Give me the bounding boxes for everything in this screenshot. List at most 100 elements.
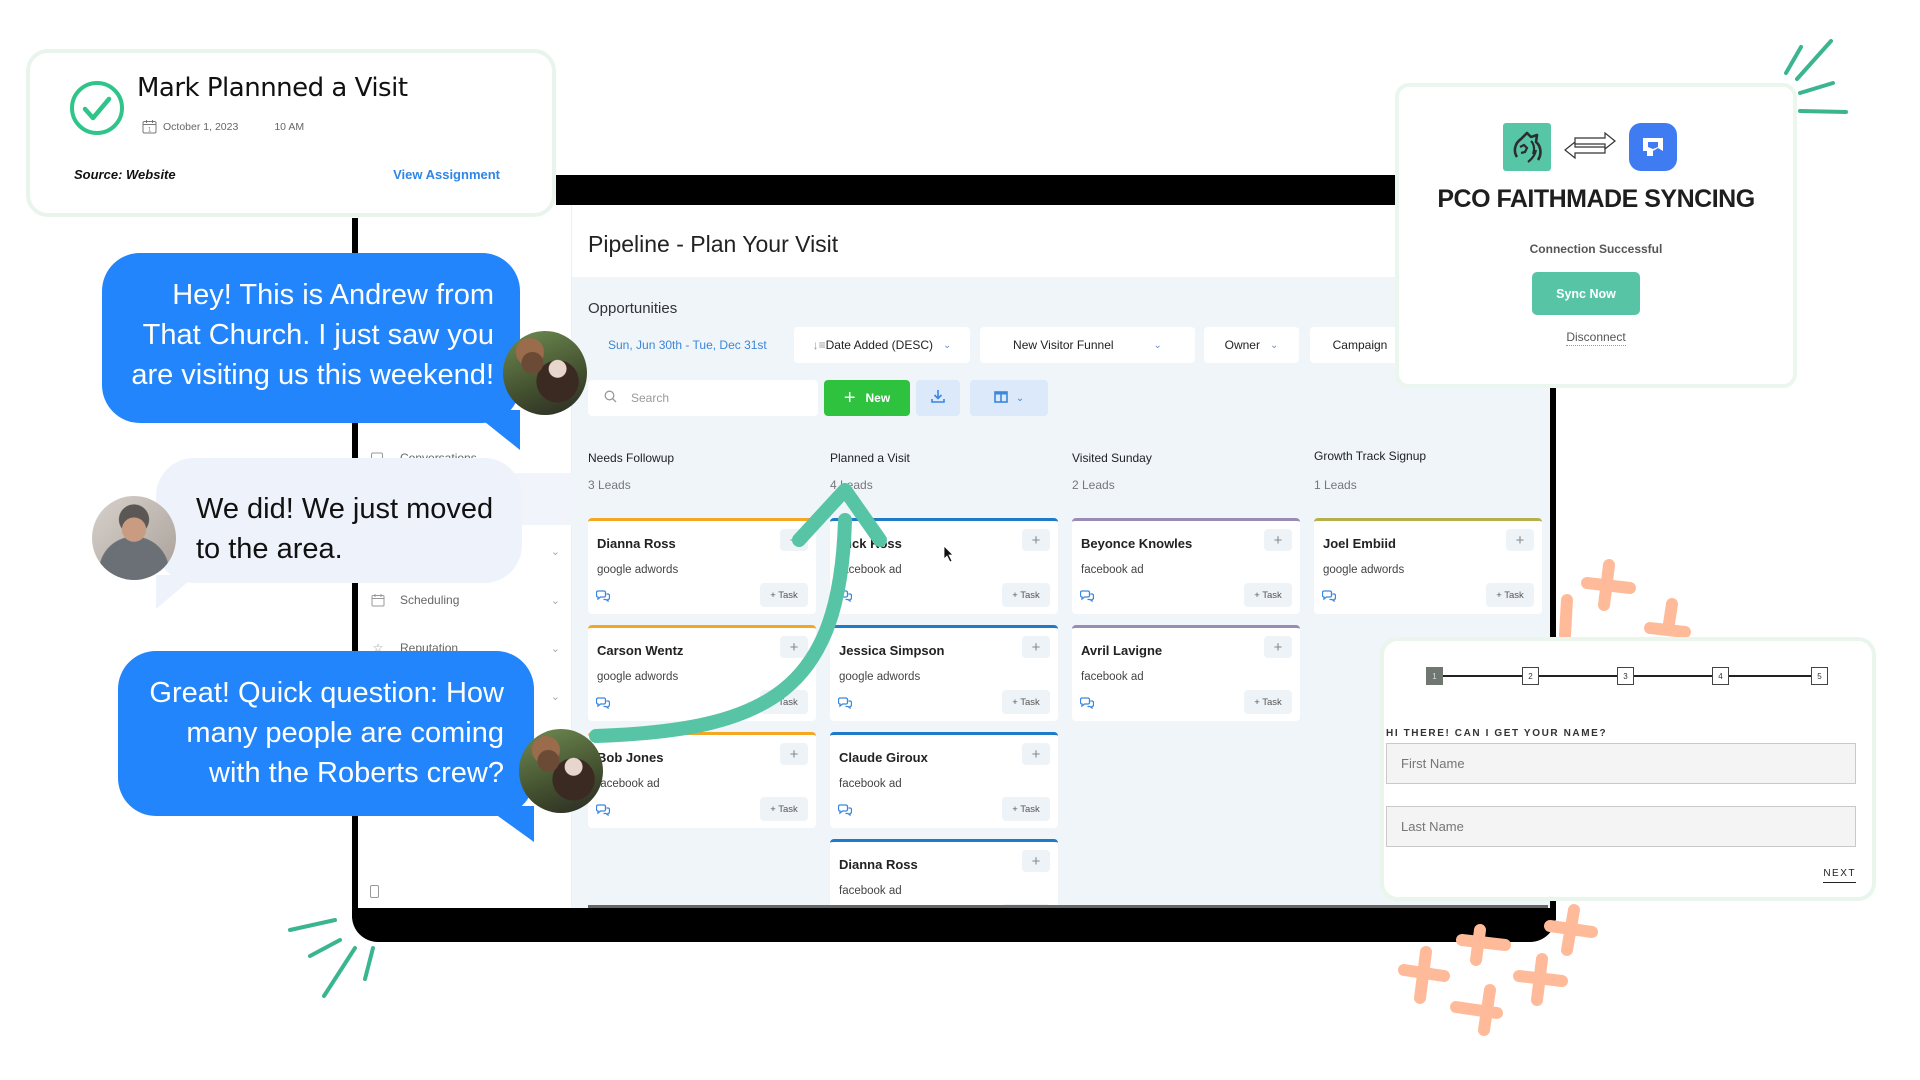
add-button[interactable]: + bbox=[1264, 529, 1292, 551]
lead-name: Joel Embiid bbox=[1323, 536, 1396, 551]
notification-time: 10 AM bbox=[274, 120, 305, 133]
download-icon bbox=[930, 388, 946, 409]
download-button[interactable] bbox=[916, 380, 960, 416]
notification-date: October 1, 2023 bbox=[163, 120, 239, 133]
lead-source: facebook ad bbox=[839, 564, 902, 576]
lead-source: facebook ad bbox=[839, 778, 902, 790]
plus-pattern-right bbox=[1559, 559, 1691, 641]
add-button[interactable]: + bbox=[1022, 850, 1050, 872]
message-text: Great! Quick question: How many people a… bbox=[149, 677, 504, 789]
add-button[interactable]: + bbox=[780, 529, 808, 551]
notification-title: Mark Plannned a Visit bbox=[137, 73, 408, 103]
bubble-tail bbox=[470, 410, 520, 450]
chevron-down-icon: ⌄ bbox=[1015, 392, 1025, 404]
lead-card[interactable]: Dianna Ross+facebook ad+ Task bbox=[830, 839, 1058, 908]
connection-status: Connection Successful bbox=[1529, 242, 1663, 256]
chat-bubble-incoming: We did! We just moved to the area. bbox=[156, 458, 522, 583]
step-4[interactable]: 4 bbox=[1712, 667, 1729, 685]
message-text: Hey! This is Andrew from That Church. I … bbox=[131, 279, 494, 391]
lead-name: Carson Wentz bbox=[597, 643, 684, 658]
plus-icon: + bbox=[843, 386, 856, 409]
lead-source: facebook ad bbox=[597, 778, 660, 790]
avatar-visitor bbox=[92, 496, 176, 580]
disconnect-link-wrap: Disconnect bbox=[1399, 330, 1793, 346]
view-toggle-button[interactable]: ⌄ bbox=[970, 380, 1048, 416]
lead-card[interactable]: Bob Jones + facebook ad + Task bbox=[588, 732, 816, 828]
date-range-filter[interactable]: Sun, Jun 30th - Tue, Dec 31st bbox=[608, 338, 767, 352]
new-opportunity-button[interactable]: + New bbox=[824, 380, 910, 416]
chevron-down-icon: ⌄ bbox=[550, 690, 560, 703]
add-task-button[interactable]: + Task bbox=[1002, 583, 1050, 607]
sort-icon: ↓≡ bbox=[812, 338, 826, 352]
lead-card[interactable]: Jessica Simpson + google adwords + Task bbox=[830, 625, 1058, 721]
lead-source: facebook ad bbox=[1081, 564, 1144, 576]
add-task-button[interactable]: + Task bbox=[760, 583, 808, 607]
lead-card[interactable]: Beyonce Knowles + facebook ad + Task bbox=[1072, 518, 1300, 614]
conversation-icon[interactable] bbox=[595, 589, 611, 607]
sync-now-button[interactable]: Sync Now bbox=[1532, 272, 1640, 315]
add-button[interactable]: + bbox=[1264, 636, 1292, 658]
campaign-label: Campaign bbox=[1332, 338, 1388, 352]
step-2[interactable]: 2 bbox=[1522, 667, 1539, 685]
add-task-button[interactable]: + Task bbox=[1002, 797, 1050, 821]
lead-card[interactable]: Dianna Ross + google adwords + Task bbox=[588, 518, 816, 614]
conversation-icon[interactable] bbox=[1321, 589, 1337, 607]
sort-dropdown[interactable]: ↓≡Date Added (DESC) ⌄ bbox=[794, 327, 970, 363]
conversation-icon[interactable] bbox=[837, 589, 853, 607]
faithmade-lion-logo bbox=[1503, 123, 1551, 171]
next-button[interactable]: NEXT bbox=[1823, 868, 1856, 883]
mouse-cursor-icon bbox=[943, 545, 954, 563]
add-task-button[interactable]: + Task bbox=[760, 797, 808, 821]
owner-dropdown[interactable]: Owner ⌄ bbox=[1204, 327, 1299, 363]
chevron-down-icon: ⌄ bbox=[1153, 339, 1162, 351]
step-3[interactable]: 3 bbox=[1617, 667, 1634, 685]
conversation-icon[interactable] bbox=[837, 803, 853, 821]
add-task-button[interactable]: + Task bbox=[1002, 690, 1050, 714]
avatar-church-staff bbox=[503, 331, 587, 415]
conversation-icon[interactable] bbox=[595, 696, 611, 714]
column-lead-count: 4 Leads bbox=[830, 478, 873, 492]
view-assignment-link[interactable]: View Assignment bbox=[393, 167, 500, 182]
add-button[interactable]: + bbox=[1506, 529, 1534, 551]
add-button[interactable]: + bbox=[780, 743, 808, 765]
lead-card[interactable]: Claude Giroux + facebook ad + Task bbox=[830, 732, 1058, 828]
last-name-input[interactable] bbox=[1386, 806, 1856, 847]
add-button[interactable]: + bbox=[780, 636, 808, 658]
lead-name: Avril Lavigne bbox=[1081, 643, 1163, 658]
form-stepper: 1 2 3 4 5 bbox=[1426, 667, 1834, 685]
conversation-icon[interactable] bbox=[1079, 696, 1095, 714]
chevron-down-icon: ⌄ bbox=[550, 545, 560, 558]
add-task-button[interactable]: + Task bbox=[1244, 690, 1292, 714]
disconnect-link[interactable]: Disconnect bbox=[1566, 330, 1626, 346]
add-button[interactable]: + bbox=[1022, 529, 1050, 551]
add-button[interactable]: + bbox=[1022, 743, 1050, 765]
add-task-button[interactable]: + Task bbox=[1486, 583, 1534, 607]
first-name-input[interactable] bbox=[1386, 743, 1856, 784]
lead-name: Dianna Ross bbox=[597, 536, 676, 551]
laptop-bezel-bottom bbox=[352, 908, 1556, 942]
lead-source: google adwords bbox=[839, 671, 921, 683]
column-title: Visited Sunday bbox=[1072, 451, 1152, 465]
add-task-button[interactable]: + Task bbox=[760, 690, 808, 714]
search-icon bbox=[604, 390, 617, 406]
conversation-icon[interactable] bbox=[837, 696, 853, 714]
lead-source: facebook ad bbox=[1081, 671, 1144, 683]
sidebar-item-scheduling[interactable]: Scheduling ⌄ bbox=[370, 589, 560, 611]
conversation-icon[interactable] bbox=[1079, 589, 1095, 607]
pipeline-dropdown[interactable]: New Visitor Funnel ⌄ bbox=[980, 327, 1195, 363]
lead-card[interactable]: Rick Ross + facebook ad + Task bbox=[830, 518, 1058, 614]
lead-card[interactable]: Carson Wentz + google adwords + Task bbox=[588, 625, 816, 721]
add-task-button[interactable]: + Task bbox=[1244, 583, 1292, 607]
mobile-device-icon[interactable] bbox=[370, 885, 379, 898]
step-1[interactable]: 1 bbox=[1426, 667, 1443, 685]
chevron-down-icon: ⌄ bbox=[943, 339, 952, 351]
chat-bubble-outgoing: Hey! This is Andrew from That Church. I … bbox=[102, 253, 520, 423]
lead-name: Beyonce Knowles bbox=[1081, 536, 1193, 551]
lead-card[interactable]: Avril Lavigne + facebook ad + Task bbox=[1072, 625, 1300, 721]
add-button[interactable]: + bbox=[1022, 636, 1050, 658]
search-placeholder: Search bbox=[631, 391, 670, 405]
step-5[interactable]: 5 bbox=[1811, 667, 1828, 685]
search-input[interactable]: Search bbox=[588, 380, 818, 416]
lead-card[interactable]: Joel Embiid + google adwords + Task bbox=[1314, 518, 1542, 614]
conversation-icon[interactable] bbox=[595, 803, 611, 821]
